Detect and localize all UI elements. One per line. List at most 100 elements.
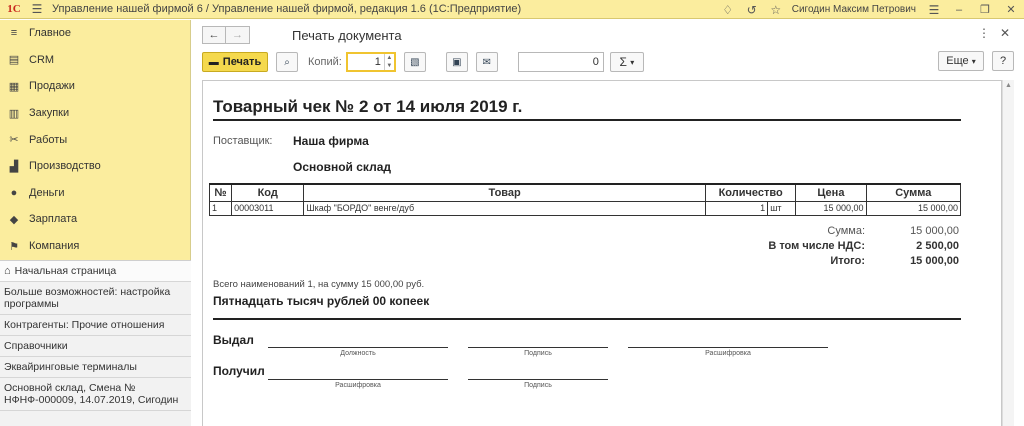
- dropdown-icon: ▾: [630, 57, 635, 67]
- received-label: Получил: [213, 364, 265, 378]
- money-icon: ●: [10, 186, 18, 199]
- section-crm[interactable]: ▤ CRM: [0, 47, 190, 74]
- sales-icon: ▦: [8, 80, 20, 93]
- more-button[interactable]: Еще ▾: [938, 51, 984, 71]
- document-sheet[interactable]: Товарный чек № 2 от 14 июля 2019 г. Пост…: [202, 80, 1002, 426]
- salary-icon: ◆: [9, 213, 19, 226]
- col-sum: Сумма: [865, 183, 962, 202]
- total-sum-label: Сумма:: [827, 225, 865, 237]
- caption-decode: Расшифровка: [705, 350, 751, 357]
- section-company[interactable]: ⚑ Компания: [0, 233, 190, 260]
- section-label: Закупки: [29, 107, 70, 120]
- purchases-icon: ▥: [8, 107, 20, 120]
- section-production[interactable]: ▟ Производство: [0, 153, 190, 180]
- back-arrow-icon[interactable]: ←: [202, 26, 226, 44]
- total-sum-row: Сумма: 15 000,00: [768, 224, 959, 239]
- bell-icon[interactable]: ♢: [716, 0, 740, 19]
- floppy-icon: ▣: [452, 56, 462, 68]
- current-user[interactable]: Сигодин Максим Петрович: [792, 4, 916, 15]
- items-count-text: Всего наименований 1, на сумму 15 000,00…: [213, 279, 425, 290]
- sigma-icon: Σ: [619, 55, 627, 69]
- edit-button[interactable]: ▧: [403, 52, 426, 72]
- section-main[interactable]: ≡ Главное: [0, 20, 190, 47]
- table-header-row: № Код Товар Количество Цена Сумма: [208, 183, 962, 202]
- factory-icon: ▟: [9, 160, 19, 173]
- signature-line: [268, 379, 448, 380]
- divider: [213, 318, 961, 320]
- sections-panel: ≡ Главное ▤ CRM ▦ Продажи ▥ Закупки ✂ Работы …: [0, 20, 191, 426]
- col-item: Товар: [303, 183, 706, 202]
- dropdown-icon: ▾: [971, 56, 976, 66]
- section-salary[interactable]: ◆ Зарплата: [0, 206, 190, 233]
- col-num: №: [208, 183, 233, 202]
- settings-menu-icon[interactable]: ☰: [922, 0, 946, 19]
- restore-icon[interactable]: ❐: [972, 0, 998, 19]
- vertical-scrollbar[interactable]: ▲: [1002, 80, 1014, 426]
- receipt-title: Товарный чек № 2 от 14 июля 2019 г.: [213, 97, 523, 116]
- cell-sum: 15 000,00: [865, 200, 962, 216]
- section-label: Зарплата: [29, 213, 78, 226]
- open-window-item[interactable]: Эквайринговые терминалы: [0, 357, 191, 378]
- sum-field[interactable]: 0: [517, 52, 604, 72]
- forward-arrow-icon[interactable]: →: [226, 26, 250, 44]
- open-window-item[interactable]: Справочники: [0, 336, 191, 357]
- section-label: Компания: [29, 240, 80, 253]
- section-purchases[interactable]: ▥ Закупки: [0, 100, 190, 127]
- email-button[interactable]: ✉: [475, 52, 498, 72]
- close-window-icon[interactable]: ✕: [998, 0, 1024, 19]
- open-windows-list: ⌂ Начальная страница Больше возможностей:…: [0, 260, 191, 426]
- signature-line: [268, 347, 448, 348]
- section-label: CRM: [29, 53, 55, 66]
- scroll-up-icon[interactable]: ▲: [1005, 82, 1012, 89]
- total-sum-value: 15 000,00: [910, 225, 959, 237]
- cell-qty: 1: [704, 200, 769, 216]
- vat-row: В том числе НДС: 2 500,00: [768, 239, 959, 254]
- close-form-icon[interactable]: ✕: [1000, 26, 1010, 40]
- hamburger-menu-icon[interactable]: ☰: [28, 0, 46, 19]
- menu-icon: ≡: [10, 27, 18, 40]
- star-icon[interactable]: ☆: [764, 0, 788, 19]
- edit-table-icon: ▧: [410, 56, 420, 68]
- totals-block: Сумма: 15 000,00 В том числе НДС: 2 500,00…: [768, 224, 959, 269]
- main-area: ← → Печать документа ⋮ ✕ ▬ Печать ⌕ Копий…: [192, 20, 1024, 426]
- open-window-item[interactable]: Контрагенты: Прочие отношения: [0, 315, 191, 336]
- issued-label: Выдал: [213, 333, 254, 347]
- toolbar: ▬ Печать ⌕ Копий: 1 ▲ ▼ ▧ ▣ ✉ 0 Σ ▾ Еще ▾ …: [202, 51, 1014, 73]
- print-button[interactable]: ▬ Печать: [202, 52, 268, 72]
- vat-label: В том числе НДС:: [768, 240, 865, 252]
- preview-button[interactable]: ⌕: [276, 52, 298, 72]
- home-icon: ⌂: [4, 265, 11, 277]
- section-label: Главное: [29, 27, 72, 40]
- help-button[interactable]: ?: [992, 51, 1014, 71]
- spin-arrows-icon[interactable]: ▲ ▼: [383, 54, 394, 70]
- minimize-icon[interactable]: –: [946, 0, 972, 19]
- supplier-name: Наша фирма: [293, 134, 369, 148]
- printer-icon: ▬: [208, 56, 219, 68]
- save-button[interactable]: ▣: [445, 52, 468, 72]
- col-code: Код: [231, 183, 305, 202]
- print-label: Печать: [222, 56, 262, 68]
- page-title: Печать документа: [292, 28, 402, 43]
- section-works[interactable]: ✂ Работы: [0, 126, 190, 153]
- supplier-label: Поставщик:: [213, 135, 273, 147]
- section-money[interactable]: ● Деньги: [0, 180, 190, 207]
- title-bar: 1С ☰ Управление нашей фирмой 6 / Управле…: [0, 0, 1024, 19]
- sum-mode-button[interactable]: Σ ▾: [609, 52, 644, 72]
- copies-field[interactable]: 1 ▲ ▼: [345, 52, 396, 72]
- section-label: Продажи: [29, 80, 75, 93]
- section-sales[interactable]: ▦ Продажи: [0, 73, 190, 100]
- open-window-item[interactable]: Основной склад, Смена № НФНФ-000009, 14.…: [0, 378, 191, 411]
- divider: [213, 119, 961, 121]
- envelope-icon: ✉: [482, 56, 492, 68]
- caption-position: Должность: [340, 350, 376, 357]
- tools-icon: ✂: [9, 134, 19, 147]
- history-icon[interactable]: ↺: [740, 0, 764, 19]
- more-label: Еще: [946, 55, 969, 67]
- more-dots-icon[interactable]: ⋮: [978, 26, 990, 40]
- open-window-item[interactable]: Больше возможностей: настройка программы: [0, 282, 191, 315]
- cell-code: 00003011: [231, 200, 305, 216]
- crm-icon: ▤: [8, 54, 20, 67]
- caption-signature: Подпись: [524, 382, 552, 389]
- warehouse-name: Основной склад: [293, 160, 391, 174]
- open-window-home[interactable]: ⌂ Начальная страница: [0, 261, 191, 282]
